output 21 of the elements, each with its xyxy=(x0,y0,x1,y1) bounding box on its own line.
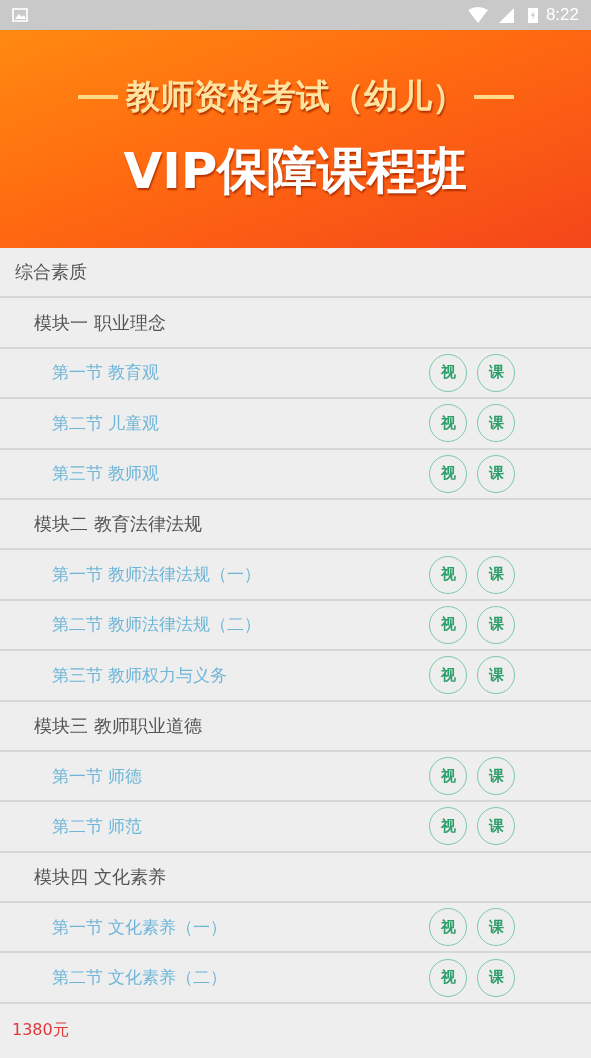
module-title[interactable]: 模块一 职业理念 xyxy=(34,310,166,335)
lesson-title[interactable]: 第三节 教师权力与义务 xyxy=(52,663,419,687)
lesson-title[interactable]: 第三节 教师观 xyxy=(52,462,419,486)
lesson-title[interactable]: 第二节 教师法律法规（二） xyxy=(52,613,419,637)
lesson-title[interactable]: 第一节 文化素养（一） xyxy=(52,915,419,939)
lesson-title[interactable]: 第二节 儿童观 xyxy=(52,411,419,435)
wifi-icon xyxy=(467,7,488,23)
image-icon xyxy=(12,7,28,23)
module-title[interactable]: 模块三 教师职业道德 xyxy=(34,713,202,738)
price: 1380元 xyxy=(12,1020,69,1042)
lesson-title[interactable]: 第二节 师范 xyxy=(52,815,419,838)
battery-icon xyxy=(527,7,538,23)
lesson-title[interactable]: 第二节 文化素养（二） xyxy=(52,966,419,990)
module-title[interactable]: 模块四 文化素养 xyxy=(34,864,166,889)
category-title[interactable]: 综合素质 xyxy=(15,260,87,285)
banner-subtitle: 教师资格考试（幼儿） xyxy=(125,74,466,118)
banner-title: VIP保障课程班 xyxy=(123,140,468,202)
lesson-title[interactable]: 第一节 教育观 xyxy=(52,361,419,385)
lesson-title[interactable]: 第一节 教师法律法规（一） xyxy=(52,563,419,587)
module-title[interactable]: 模块二 教育法律法规 xyxy=(34,512,202,537)
lesson-title[interactable]: 第一节 师德 xyxy=(52,764,419,788)
